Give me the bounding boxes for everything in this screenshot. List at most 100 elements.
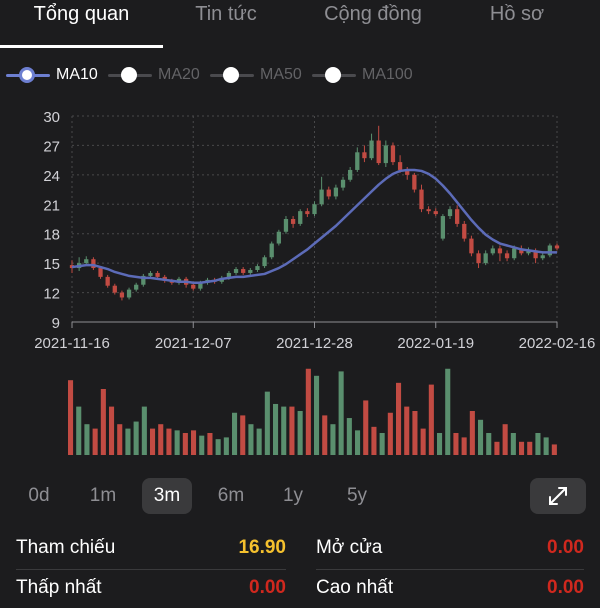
tab-overview[interactable]: Tổng quan (0, 0, 163, 48)
ma100-label: MA100 (362, 66, 413, 83)
volume-bar (404, 406, 410, 455)
volume-bar (150, 428, 156, 455)
top-tabs: Tổng quan Tin tức Cộng đồng Hồ sơ (0, 0, 600, 48)
volume-bar (232, 412, 238, 455)
ma10-label: MA10 (56, 66, 98, 83)
range-3m-button[interactable]: 3m (142, 478, 192, 514)
active-tab-indicator (0, 45, 163, 48)
candle (497, 248, 503, 254)
tab-profile[interactable]: Hồ sơ (457, 0, 577, 48)
candle (362, 152, 367, 159)
candle (455, 209, 460, 224)
volume-bar (191, 430, 197, 455)
volume-bar (289, 406, 295, 455)
fullscreen-button[interactable] (530, 478, 586, 514)
range-1m-button[interactable]: 1m (78, 478, 128, 514)
candle (134, 284, 139, 290)
candle (369, 140, 374, 159)
candle (298, 211, 303, 224)
expand-diagonal-icon (549, 487, 567, 505)
high-price-row: Cao nhất 0.00 (316, 568, 584, 608)
candle (255, 266, 260, 271)
candle (383, 145, 388, 164)
volume-bar (420, 428, 426, 455)
ma10-toggle[interactable]: MA10 (6, 60, 98, 90)
candle (98, 268, 103, 277)
volume-bar (396, 382, 402, 455)
volume-bar (535, 433, 541, 455)
candle (248, 270, 253, 273)
volume-bar (100, 389, 106, 455)
candle (112, 285, 117, 293)
volume-bar (502, 424, 508, 455)
ma100-toggle[interactable]: MA100 (312, 60, 413, 90)
volume-bar (363, 400, 369, 455)
range-selector: 0d 1m 3m 6m 1y 5y (0, 478, 600, 514)
candle (476, 253, 481, 264)
tab-news[interactable]: Tin tức (163, 0, 289, 48)
range-1y-button[interactable]: 1y (268, 478, 318, 514)
open-price-label: Mở cửa (316, 537, 383, 558)
x-tick-label: 2021-11-16 (34, 335, 110, 352)
candle (348, 169, 353, 180)
volume-bar (273, 403, 279, 455)
ref-price-label: Tham chiếu (16, 537, 116, 558)
price-chart[interactable]: 9 12 15 18 21 24 27 30 2021-11-16 2021-12-07 2021-… (0, 100, 600, 460)
low-price-row: Thấp nhất 0.00 (16, 568, 286, 608)
y-tick-label: 15 (43, 256, 60, 273)
candle (233, 269, 239, 273)
volume-bar (68, 380, 74, 455)
ma50-toggle[interactable]: MA50 (210, 60, 302, 90)
volume-bar (428, 384, 434, 455)
x-tick-label: 2022-01-19 (397, 335, 474, 352)
candle (554, 245, 560, 249)
volume-bar (461, 437, 467, 455)
volume-bar (445, 368, 451, 455)
candle (191, 284, 196, 289)
candle (241, 269, 246, 273)
volume-bar (141, 406, 147, 455)
candle (376, 140, 381, 164)
volume-bar (330, 424, 336, 455)
y-tick-label: 24 (43, 168, 60, 185)
volume-bar (133, 421, 139, 455)
volume-bar (240, 415, 246, 455)
ma20-toggle[interactable]: MA20 (108, 60, 200, 90)
candle (269, 243, 274, 258)
candle (312, 204, 317, 215)
candle (126, 289, 132, 298)
volume-bar (371, 426, 377, 455)
volume-bar (519, 441, 525, 455)
y-tick-label: 27 (43, 138, 60, 155)
volume-bar (158, 424, 164, 455)
tab-community[interactable]: Cộng đồng (289, 0, 457, 48)
volume-bar (215, 439, 221, 455)
candle (490, 248, 495, 254)
range-5y-button[interactable]: 5y (332, 478, 382, 514)
candle (105, 276, 110, 286)
candle (462, 223, 467, 239)
ref-price-row: Tham chiếu 16.90 (16, 528, 286, 568)
volume-bar (264, 391, 270, 455)
toggle-knob-icon (6, 66, 50, 84)
volume-bar (281, 406, 287, 455)
candle (540, 255, 545, 259)
volume-bar (543, 437, 549, 455)
ma50-label: MA50 (260, 66, 302, 83)
volume-bar (207, 433, 213, 455)
candle (512, 248, 517, 259)
ma20-label: MA20 (158, 66, 200, 83)
range-0d-button[interactable]: 0d (14, 478, 64, 514)
volume-bar (248, 424, 254, 455)
range-6m-button[interactable]: 6m (206, 478, 256, 514)
volume-bar (297, 411, 303, 455)
volume-bar (338, 371, 344, 455)
high-price-label: Cao nhất (316, 577, 394, 598)
volume-bar (314, 375, 320, 455)
candle (412, 174, 417, 190)
candle (155, 272, 160, 277)
candle (419, 189, 424, 210)
candle (319, 189, 324, 205)
volume-bar (76, 406, 82, 455)
volume-bar (109, 406, 115, 455)
